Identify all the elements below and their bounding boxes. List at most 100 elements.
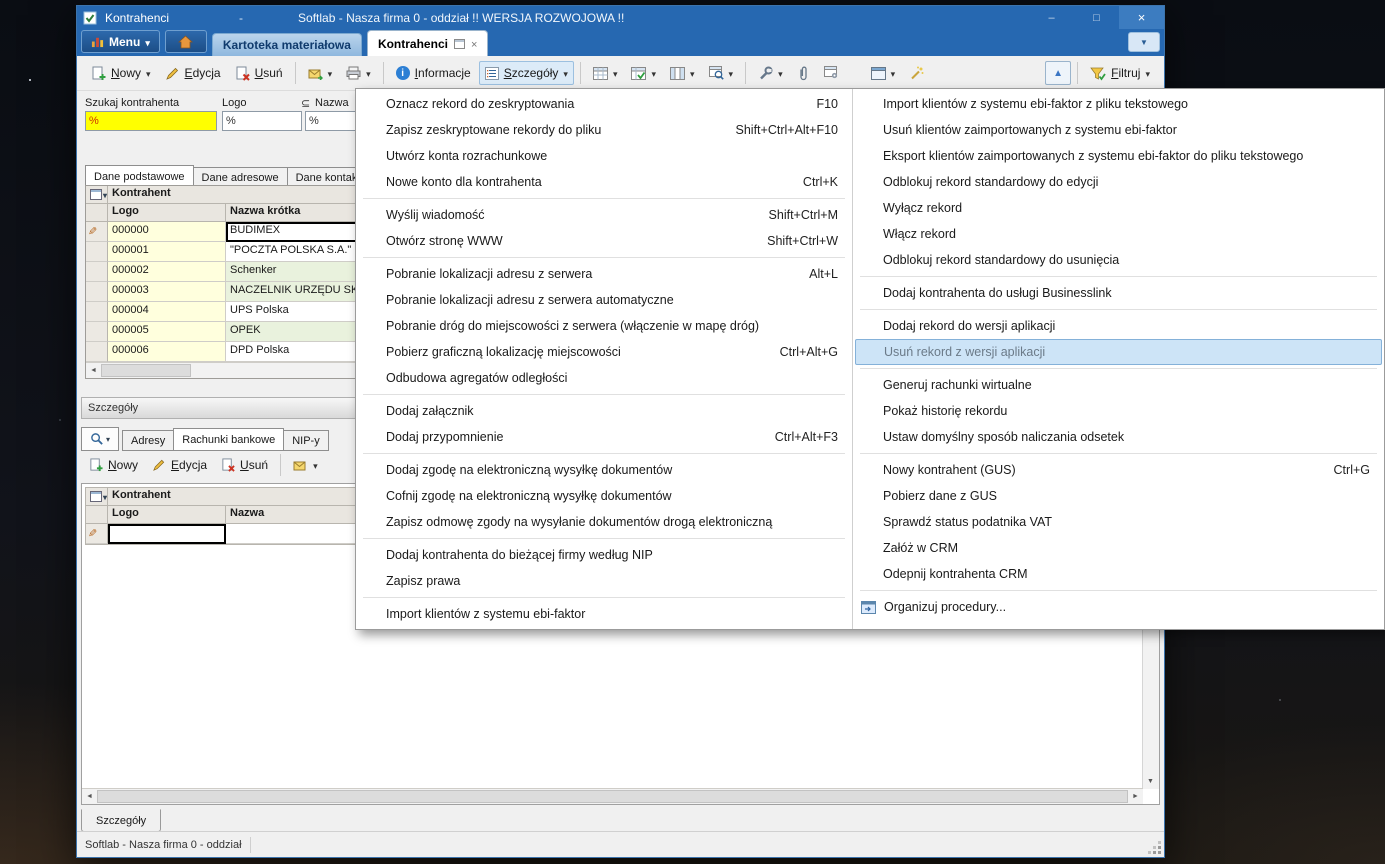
contains-operator[interactable]: ⊆ xyxy=(301,97,310,110)
menu-item-highlighted[interactable]: Usuń rekord z wersji aplikacji xyxy=(855,339,1382,365)
minimize-button[interactable]: – xyxy=(1029,6,1074,29)
tools-button[interactable] xyxy=(752,61,789,86)
menu-item[interactable]: Pobierz dane z GUS xyxy=(853,483,1384,509)
delete-button[interactable]: Usuń xyxy=(229,61,289,86)
tab-kontrahenci[interactable]: Kontrahenci xyxy=(366,30,489,56)
menu-item[interactable]: Ustaw domyślny sposób naliczania odsetek xyxy=(853,424,1384,450)
menu-item[interactable]: Import klientów z systemu ebi-faktor z p… xyxy=(853,91,1384,117)
magic-wand-button[interactable] xyxy=(903,61,930,86)
columns-button[interactable] xyxy=(664,61,701,85)
info-button[interactable]: Informacje xyxy=(390,61,477,85)
scroll-left-icon[interactable] xyxy=(86,363,101,378)
menu-item[interactable]: Cofnij zgodę na elektroniczną wysyłkę do… xyxy=(356,483,852,509)
new-record-button[interactable]: Nowy xyxy=(85,61,157,86)
menu-item[interactable]: Import klientów z systemu ebi-faktor xyxy=(356,601,852,627)
menu-item[interactable]: Wyłącz rekord xyxy=(853,195,1384,221)
menu-item[interactable]: Dodaj przypomnienie Ctrl+Alt+F3 xyxy=(356,424,852,450)
undock-tab-icon[interactable] xyxy=(453,38,465,49)
send-menu-button[interactable] xyxy=(302,61,339,85)
menu-item[interactable]: Zapisz prawa xyxy=(356,568,852,594)
edit-button[interactable]: Edycja xyxy=(159,61,227,86)
menu-item[interactable]: Dodaj kontrahenta do bieżącej firmy wedł… xyxy=(356,542,852,568)
menu-item[interactable]: Pobranie dróg do miejscowości z serwera … xyxy=(356,313,852,339)
grid-settings-button[interactable] xyxy=(818,61,845,85)
quick-search-button[interactable] xyxy=(81,427,119,451)
menu-item[interactable]: Dodaj zgodę na elektroniczną wysyłkę dok… xyxy=(356,457,852,483)
menu-item[interactable]: Eksport klientów zaimportowanych z syste… xyxy=(853,143,1384,169)
cell-logo[interactable]: 000004 xyxy=(108,302,226,322)
cell-logo[interactable]: 000000 xyxy=(108,222,226,242)
grid-check-button[interactable] xyxy=(625,61,662,85)
menu-item[interactable]: Odblokuj rekord standardowy do usunięcia xyxy=(853,247,1384,273)
search-kontrahent-input[interactable] xyxy=(85,111,217,131)
menu-item[interactable]: Oznacz rekord do zeskryptowania F10 xyxy=(356,91,852,117)
cell-logo[interactable]: 000002 xyxy=(108,262,226,282)
menu-item[interactable]: Sprawdź status podatnika VAT xyxy=(853,509,1384,535)
details-send-menu-button[interactable] xyxy=(287,453,324,477)
close-button[interactable]: × xyxy=(1119,6,1164,29)
menu-item[interactable]: Dodaj załącznik xyxy=(356,398,852,424)
maximize-button[interactable]: □ xyxy=(1074,6,1119,29)
menu-item[interactable]: Zapisz zeskryptowane rekordy do pliku Shi… xyxy=(356,117,852,143)
column-header-logo[interactable]: Logo xyxy=(108,506,226,524)
scroll-left-icon[interactable] xyxy=(82,789,97,804)
tab-list-dropdown-button[interactable] xyxy=(1128,32,1160,52)
titlebar[interactable]: Kontrahenci - Softlab - Nasza firma 0 - … xyxy=(77,6,1164,29)
window-layout-button[interactable] xyxy=(865,61,902,85)
row-marker[interactable] xyxy=(86,242,108,262)
menu-item[interactable]: Nowe konto dla kontrahenta Ctrl+K xyxy=(356,169,852,195)
cell-logo[interactable]: 000001 xyxy=(108,242,226,262)
tab-kartoteka-materialowa[interactable]: Kartoteka materiałowa xyxy=(211,33,362,56)
menu-item[interactable]: Odepnij kontrahenta CRM xyxy=(853,561,1384,587)
tab-nip-y[interactable]: NIP-y xyxy=(283,430,329,451)
details-edit-button[interactable]: Edycja xyxy=(146,453,213,477)
horizontal-scrollbar[interactable] xyxy=(82,788,1143,804)
menu-item[interactable]: Odblokuj rekord standardowy do edycji xyxy=(853,169,1384,195)
details-button[interactable]: Szczegóły xyxy=(478,61,574,85)
cell-logo[interactable]: 000003 xyxy=(108,282,226,302)
menu-item[interactable]: Nowy kontrahent (GUS) Ctrl+G xyxy=(853,457,1384,483)
row-marker[interactable] xyxy=(86,222,108,242)
cell-logo[interactable]: 000006 xyxy=(108,342,226,362)
close-tab-icon[interactable] xyxy=(471,37,477,51)
row-marker[interactable] xyxy=(86,262,108,282)
grid-views-button[interactable] xyxy=(587,61,624,85)
bottom-details-tab[interactable]: Szczegóły xyxy=(81,809,162,832)
filter-button[interactable]: Filtruj xyxy=(1084,61,1156,86)
menu-item[interactable]: Otwórz stronę WWW Shift+Ctrl+W xyxy=(356,228,852,254)
row-marker[interactable] xyxy=(86,302,108,322)
menu-item[interactable]: Pobranie lokalizacji adresu z serwera Alt… xyxy=(356,261,852,287)
menu-button[interactable]: Menu xyxy=(81,30,160,53)
search-logo-input[interactable] xyxy=(222,111,302,131)
menu-item[interactable]: Załóż w CRM xyxy=(853,535,1384,561)
details-new-button[interactable]: Nowy xyxy=(83,453,144,477)
row-marker[interactable] xyxy=(86,282,108,302)
scroll-down-icon[interactable] xyxy=(1143,774,1158,789)
menu-item[interactable]: Dodaj rekord do wersji aplikacji xyxy=(853,313,1384,339)
menu-item[interactable]: Odbudowa agregatów odległości xyxy=(356,365,852,391)
home-button[interactable] xyxy=(164,30,207,53)
scroll-right-icon[interactable] xyxy=(1128,789,1143,804)
menu-item[interactable]: Utwórz konta rozrachunkowe xyxy=(356,143,852,169)
attachment-button[interactable] xyxy=(791,61,816,86)
menu-item[interactable]: Wyślij wiadomość Shift+Ctrl+M xyxy=(356,202,852,228)
menu-item[interactable]: Pobranie lokalizacji adresu z serwera au… xyxy=(356,287,852,313)
menu-item[interactable]: Pokaż historię rekordu xyxy=(853,398,1384,424)
details-delete-button[interactable]: Usuń xyxy=(215,453,274,477)
row-marker[interactable] xyxy=(86,322,108,342)
column-chooser-button[interactable] xyxy=(86,186,108,204)
cell-logo-focused[interactable] xyxy=(108,524,226,544)
row-marker[interactable] xyxy=(86,342,108,362)
collapse-toolbar-button[interactable] xyxy=(1045,61,1072,85)
cell-logo[interactable]: 000005 xyxy=(108,322,226,342)
scrollbar-thumb[interactable] xyxy=(101,364,191,377)
grid-search-button[interactable] xyxy=(703,61,740,85)
menu-item[interactable]: Zapisz odmowę zgody na wysyłanie dokumen… xyxy=(356,509,852,535)
menu-item[interactable]: Dodaj kontrahenta do usługi Businesslink xyxy=(853,280,1384,306)
row-marker[interactable] xyxy=(86,524,108,544)
scrollbar-thumb[interactable] xyxy=(97,790,1128,803)
resize-grip[interactable] xyxy=(1148,841,1162,855)
menu-item[interactable]: Generuj rachunki wirtualne xyxy=(853,372,1384,398)
menu-item-organize-procedures[interactable]: Organizuj procedury... xyxy=(853,594,1384,620)
menu-item[interactable]: Włącz rekord xyxy=(853,221,1384,247)
